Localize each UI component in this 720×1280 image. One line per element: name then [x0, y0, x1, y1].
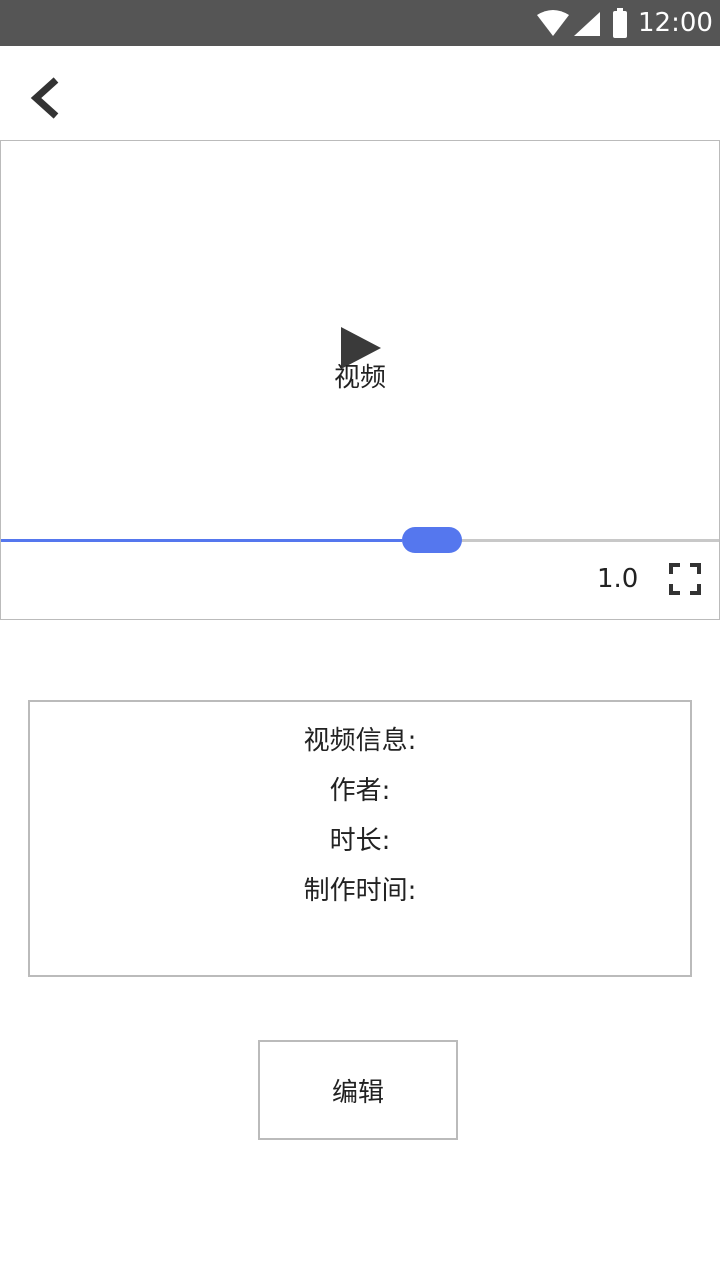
video-info-panel: 视频信息: 作者: 时长: 制作时间: [28, 700, 692, 977]
progress-fill [1, 539, 402, 542]
status-time: 12:00 [638, 8, 713, 38]
playback-speed[interactable]: 1.0 [597, 563, 638, 595]
video-label: 视频 [333, 363, 386, 393]
info-created-time: 制作时间: [303, 876, 417, 906]
info-title: 视频信息: [303, 726, 417, 756]
chevron-left-icon [30, 77, 59, 119]
fullscreen-icon[interactable] [669, 563, 701, 595]
edit-button[interactable]: 编辑 [258, 1040, 458, 1140]
progress-thumb[interactable] [401, 527, 462, 553]
info-duration: 时长: [329, 826, 391, 856]
progress-bar[interactable] [1, 527, 719, 553]
wifi-icon [537, 10, 569, 36]
battery-icon [613, 8, 627, 38]
info-author: 作者: [329, 776, 391, 806]
status-bar: 12:00 [0, 0, 720, 46]
signal-icon [574, 12, 600, 36]
back-button[interactable] [20, 70, 76, 126]
video-player[interactable]: 视频 1.0 [0, 140, 720, 620]
